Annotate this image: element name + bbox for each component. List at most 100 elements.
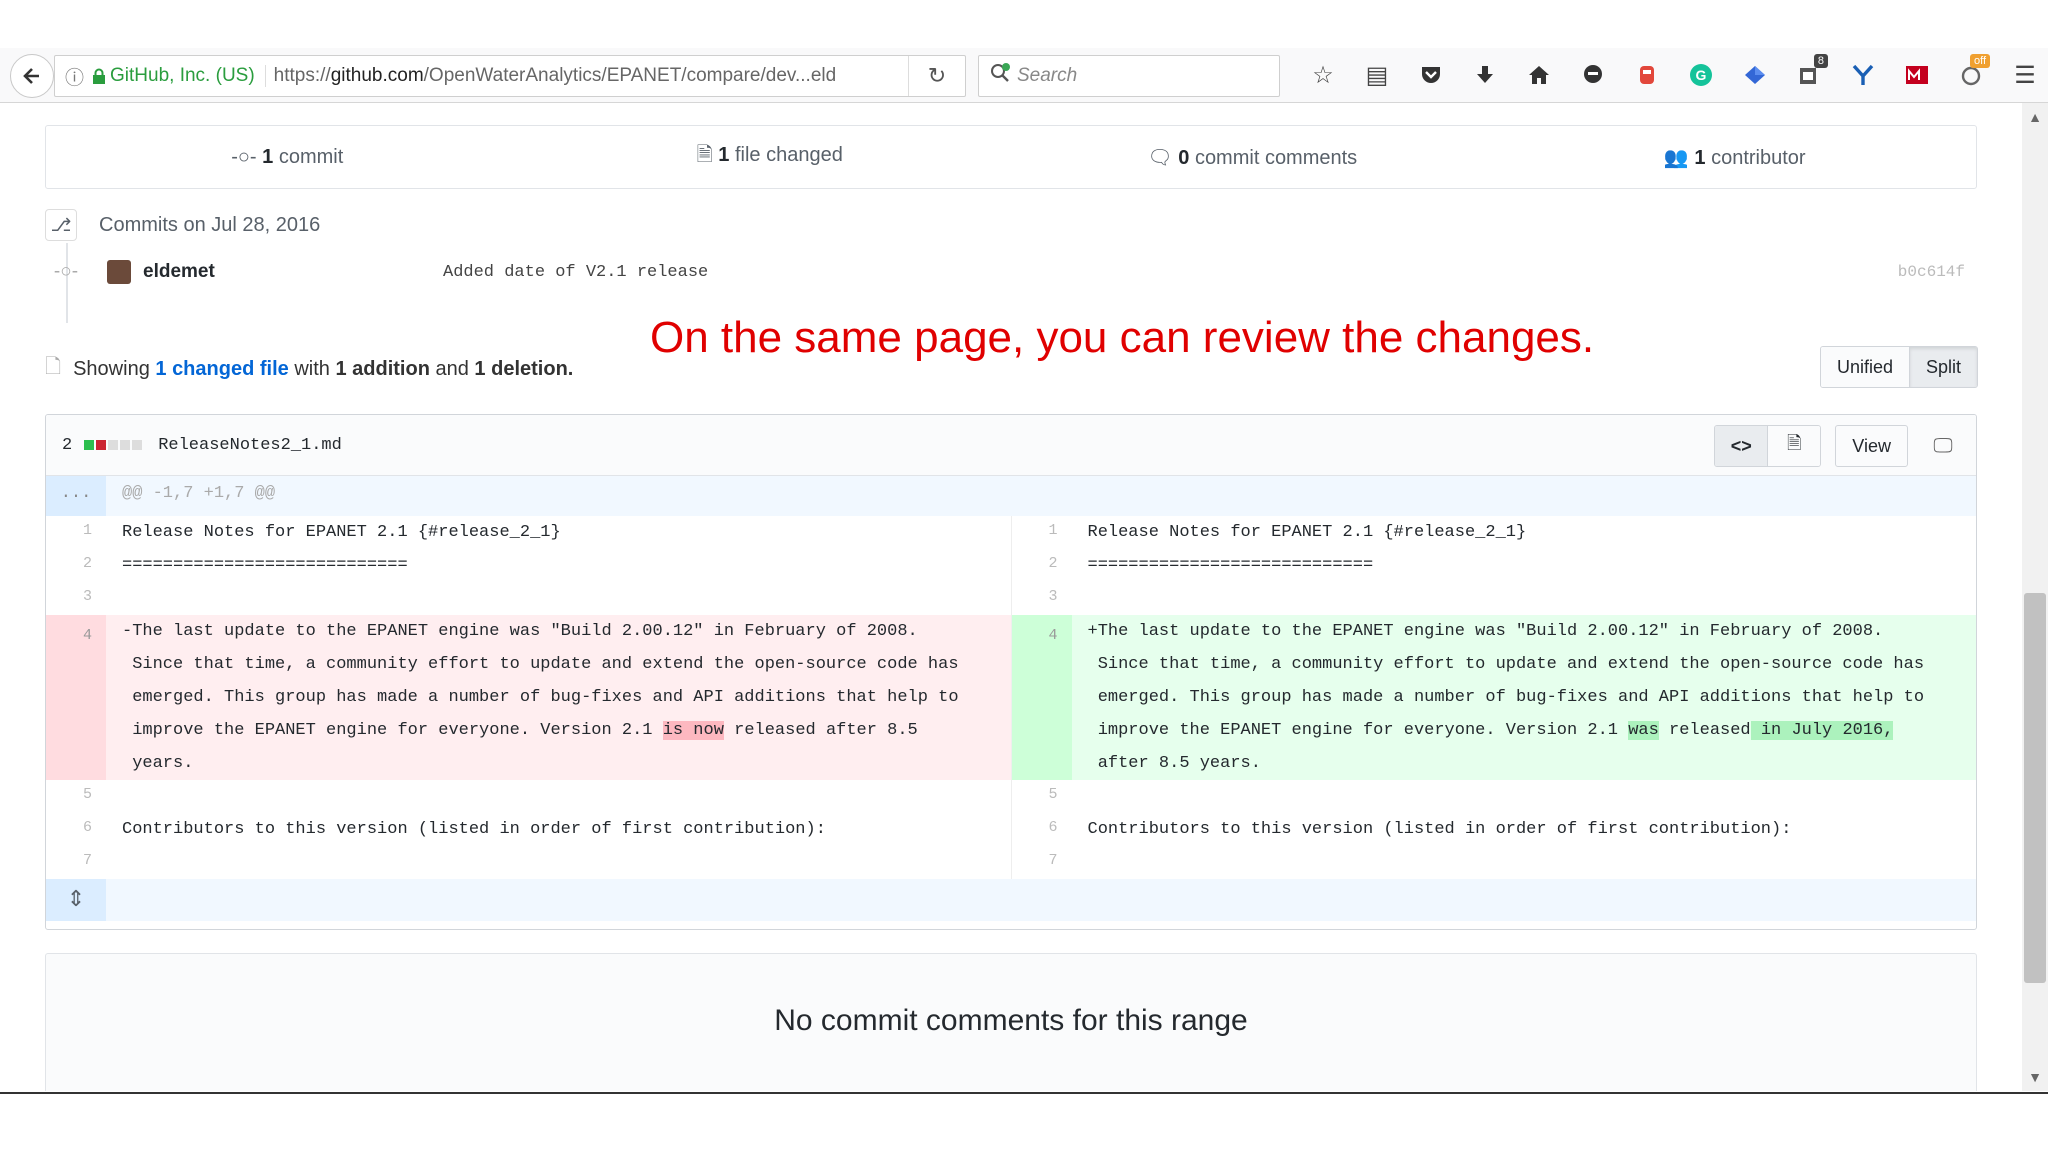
url-text[interactable]: https://github.com/OpenWaterAnalytics/EP…: [274, 65, 837, 87]
line-number[interactable]: 1: [46, 516, 106, 549]
summary-comments[interactable]: 🗨 0 commit comments: [1011, 145, 1494, 170]
extension-badge-count: 8: [1813, 54, 1828, 68]
line-number[interactable]: 4: [46, 615, 106, 780]
commits-heading: Commits on Jul 28, 2016: [99, 213, 321, 236]
page-scrollbar[interactable]: ▲ ▼: [2022, 103, 2048, 1091]
diff-view-toggle: Unified Split: [1820, 346, 1979, 388]
download-icon[interactable]: [1458, 56, 1512, 94]
grammarly-icon[interactable]: G: [1674, 56, 1728, 94]
diff-row: 1 Release Notes for EPANET 2.1 {#release…: [46, 516, 1976, 549]
commit-comments-box: No commit comments for this range: [45, 953, 1977, 1091]
expand-dots[interactable]: ...: [46, 476, 106, 516]
diff-row: 5 5: [46, 780, 1976, 813]
extension-blue-icon[interactable]: [1728, 56, 1782, 94]
line-number[interactable]: 1: [1012, 516, 1072, 549]
back-button[interactable]: [10, 54, 54, 98]
file-name[interactable]: ReleaseNotes2_1.md: [158, 436, 342, 455]
people-icon: 👥: [1663, 146, 1689, 169]
extension-off-icon[interactable]: off: [1944, 54, 1998, 94]
hunk-header: @@ -1,7 +1,7 @@: [122, 484, 276, 503]
diff-row: 6 Contributors to this version (listed i…: [46, 813, 1976, 846]
showing-and: and: [435, 357, 469, 380]
code-line: Contributors to this version (listed in …: [122, 820, 826, 839]
showing-prefix: Showing: [73, 357, 150, 380]
diff-row: 3 3: [46, 582, 1976, 615]
line-number[interactable]: 4: [1011, 615, 1072, 780]
unfold-icon[interactable]: ⇕: [46, 879, 106, 921]
code-line: Contributors to this version (listed in …: [1087, 820, 1792, 839]
arrow-left-icon: [23, 68, 39, 84]
display-mode-group: <> 🗎: [1714, 425, 1822, 467]
bookmark-star-icon[interactable]: ☆: [1296, 56, 1350, 94]
file-diff: 2 ReleaseNotes2_1.md <> 🗎 View 🖵 ... @@ …: [45, 414, 1977, 930]
line-number[interactable]: 2: [46, 549, 106, 582]
line-number[interactable]: 3: [46, 582, 106, 615]
comment-icon: 🗨: [1147, 146, 1173, 169]
commit-message[interactable]: Added date of V2.1 release: [443, 263, 708, 282]
diffstat-bar: [84, 440, 144, 450]
chat-icon[interactable]: [1566, 56, 1620, 94]
line-number[interactable]: 7: [1012, 846, 1072, 879]
scroll-thumb[interactable]: [2024, 593, 2046, 983]
commit-icon: -○-: [231, 145, 257, 168]
scroll-down-icon[interactable]: ▼: [2022, 1067, 2048, 1087]
tutorial-annotation: On the same page, you can review the cha…: [650, 313, 1595, 362]
code-line: Release Notes for EPANET 2.1 {#release_2…: [122, 523, 561, 542]
summary-files[interactable]: 🗎 1 file changed: [529, 140, 1012, 174]
extension-badge-icon[interactable]: 8: [1782, 54, 1836, 94]
pocket-icon[interactable]: [1404, 56, 1458, 94]
summary-contributors[interactable]: 👥 1 contributor: [1494, 145, 1977, 170]
files-label: file changed: [734, 144, 843, 166]
reading-list-icon[interactable]: ▤: [1350, 56, 1404, 94]
scroll-up-icon[interactable]: ▲: [2022, 107, 2048, 127]
summary-commits[interactable]: -○- 1 commit: [46, 146, 529, 169]
url-bar[interactable]: ⓘ GitHub, Inc. (US) https://github.com/O…: [54, 55, 966, 97]
contributors-count: 1: [1694, 146, 1706, 169]
changed-files-link[interactable]: 1 changed file: [155, 358, 288, 381]
info-icon[interactable]: ⓘ: [65, 63, 84, 90]
line-number[interactable]: 7: [46, 846, 106, 879]
search-icon: [989, 62, 1011, 90]
contributors-label: contributor: [1711, 146, 1806, 169]
avatar[interactable]: [107, 260, 131, 284]
line-number[interactable]: 2: [1012, 549, 1072, 582]
extension-red-icon[interactable]: [1620, 56, 1674, 94]
unified-view-button[interactable]: Unified: [1821, 347, 1910, 387]
commits-label: commit: [278, 145, 344, 168]
desktop-icon[interactable]: 🖵: [1926, 426, 1960, 466]
line-number[interactable]: 5: [46, 780, 106, 813]
view-file-button[interactable]: View: [1835, 425, 1908, 467]
menu-icon[interactable]: ☰: [1998, 56, 2048, 94]
line-number[interactable]: 6: [1012, 813, 1072, 846]
reload-icon[interactable]: ↻: [908, 56, 965, 96]
commit-sha[interactable]: b0c614f: [1898, 263, 1965, 281]
extension-y-icon[interactable]: [1836, 56, 1890, 94]
added-code: +The last update to the EPANET engine wa…: [1071, 615, 1976, 780]
file-actions: <> 🗎 View 🖵: [1714, 425, 1960, 467]
site-identity[interactable]: GitHub, Inc. (US): [110, 65, 266, 87]
extension-off-badge: off: [1969, 54, 1990, 68]
line-number[interactable]: 5: [1012, 780, 1072, 813]
search-bar[interactable]: Search: [978, 55, 1280, 97]
deletions-count: 1: [474, 357, 486, 380]
extension-mail-icon[interactable]: [1890, 56, 1944, 94]
diff-summary: 🗋 Showing 1 changed file with 1 addition…: [45, 351, 573, 387]
added-word-highlight: in July 2016,: [1750, 721, 1894, 740]
line-number[interactable]: 3: [1012, 582, 1072, 615]
line-number[interactable]: 6: [46, 813, 106, 846]
split-view-button[interactable]: Split: [1909, 347, 1978, 387]
diff-table: ... @@ -1,7 +1,7 @@ 1 Release Notes for …: [46, 476, 1976, 921]
code-line: ============================: [122, 556, 408, 575]
home-icon[interactable]: [1512, 56, 1566, 94]
deletions-label: deletion.: [491, 357, 574, 380]
url-path: /OpenWaterAnalytics/EPANET/compare/dev..…: [423, 65, 837, 86]
file-icon: 🗋: [45, 356, 62, 378]
rich-diff-icon[interactable]: 🗎: [1768, 426, 1821, 466]
code-view-icon[interactable]: <>: [1715, 426, 1769, 466]
diff-row: 2 ============================ 2 =======…: [46, 549, 1976, 582]
commit-author[interactable]: eldemet: [143, 261, 443, 283]
file-change-count: 2: [62, 435, 73, 455]
file-diff-icon: 🗎: [696, 144, 713, 166]
